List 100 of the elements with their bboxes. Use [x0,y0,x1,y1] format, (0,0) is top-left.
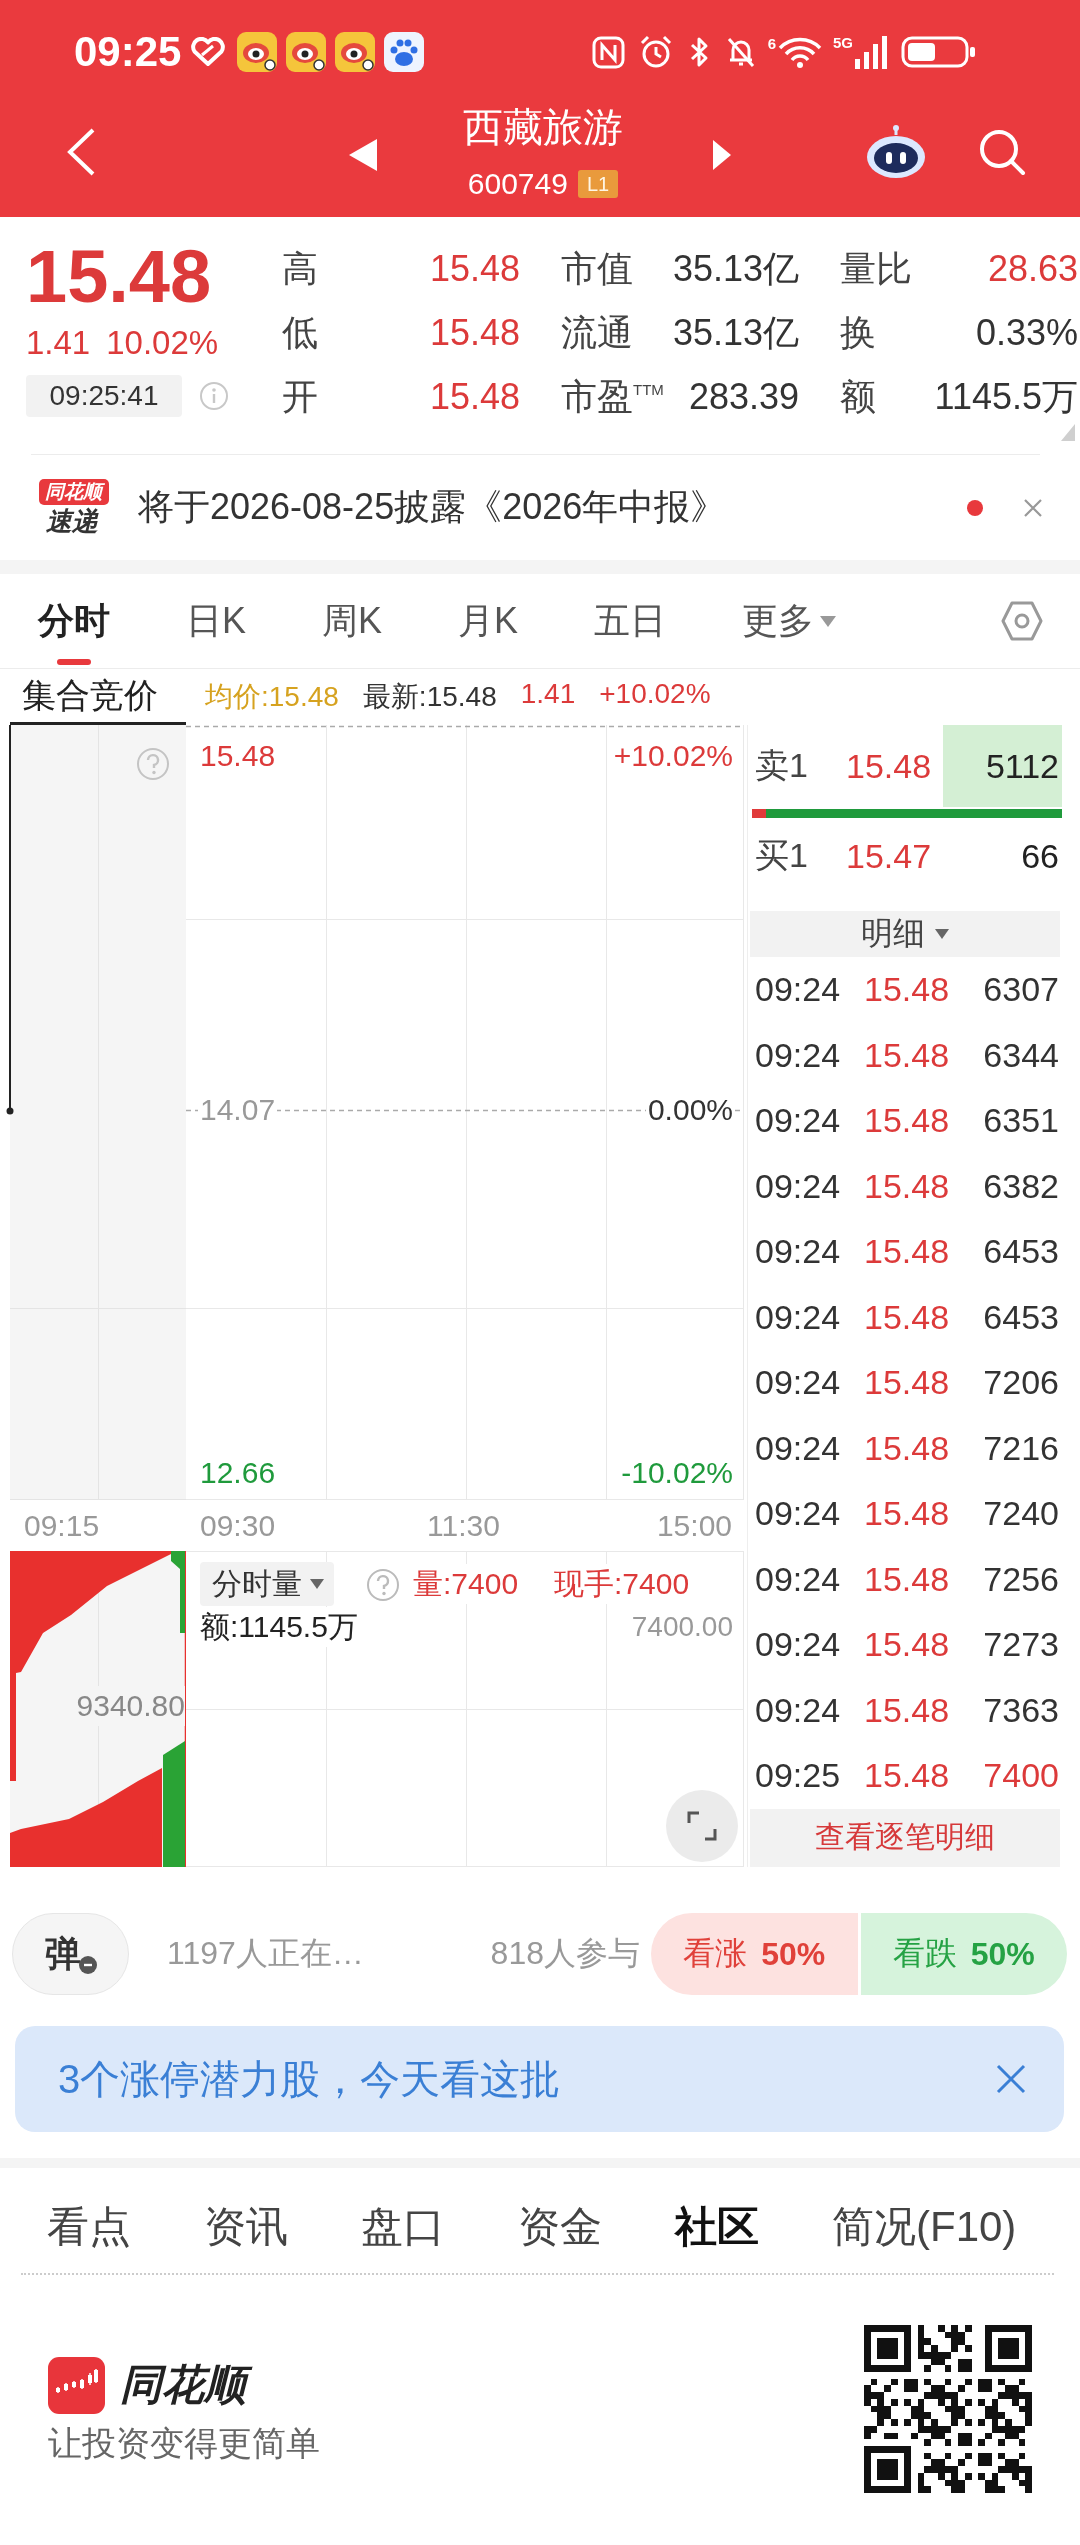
section-tab[interactable]: 简况(F10) [832,2198,1017,2255]
trade-time: 09:24 [754,1625,842,1665]
time-axis-label: 11:30 [427,1508,500,1544]
stat-value: 1145.5万 [934,374,1078,419]
section-tab[interactable]: 资讯 [204,2198,288,2255]
next-icon[interactable] [713,140,731,170]
brand-name: 同花顺 [120,2357,256,2413]
chart-tab[interactable]: 五日 [594,574,667,668]
stat-value: 0.33% [975,312,1078,354]
trade-volume: 6351 [982,1101,1060,1141]
stat-value: 15.48 [429,312,520,354]
trade-time: 09:24 [754,1494,842,1534]
network-type-label: 5G [833,35,853,50]
trade-price: 15.48 [863,1297,951,1337]
trade-price: 15.48 [863,1166,951,1206]
info-icon[interactable] [199,381,229,411]
trade-time: 09:24 [754,1166,842,1206]
trade-price: 15.48 [863,1690,951,1730]
chart-tab[interactable]: 月K [458,574,519,668]
stat-value: 35.13亿 [672,246,799,291]
logo-badge: 同花顺 [39,478,109,505]
eye-app-icon [286,32,327,72]
order-price: 15.47 [845,835,933,877]
trade-price: 15.48 [863,1559,951,1599]
order-volume: 66 [1020,835,1060,877]
trade-time: 09:25 [754,1756,842,1796]
previous-icon[interactable] [349,139,377,171]
trade-price: 15.48 [863,970,951,1010]
stat-value: 15.48 [429,376,520,418]
robot-icon[interactable] [866,125,926,179]
stat-label: 市盈$^{TTM}$ [561,374,664,419]
time-axis-label: 09:15 [24,1508,100,1544]
trade-time: 09:24 [754,1690,842,1730]
volume-mode-dropdown[interactable]: 分时量 [200,1562,334,1606]
paw-app-icon [384,32,425,72]
danmaku-button[interactable]: 弹 [12,1913,129,1995]
stat-label: 低 [282,310,318,355]
section-tab[interactable]: 社区 [675,2198,759,2255]
trade-volume: 7256 [982,1559,1060,1599]
price-change: 1.41 [26,325,91,361]
heart-icon [189,37,228,67]
last-price: 15.48 [26,237,213,317]
level-badge: L1 [577,170,619,198]
stat-label: 流通 [561,310,633,355]
eye-app-icon [237,32,278,72]
section-tab[interactable]: 盘口 [361,2198,445,2255]
settings-icon[interactable] [1001,600,1043,642]
order-level-label: 买1 [754,835,809,876]
chart-tab[interactable]: 日K [186,574,246,668]
viewer-count: 1197人正在… [167,1934,364,1973]
stat-label: 市值 [561,246,633,291]
trade-volume: 7206 [982,1363,1060,1403]
chart-tab[interactable]: 更多 [742,574,837,668]
trade-time: 09:24 [754,1101,842,1141]
stat-value: 15.48 [429,248,520,290]
stat-value: 35.13亿 [672,310,799,355]
price-change: 1.41 [520,678,576,711]
section-tab[interactable]: 看点 [47,2198,131,2255]
close-icon[interactable] [1023,497,1043,518]
section-tab[interactable]: 资金 [518,2198,602,2255]
caret-icon [820,615,837,627]
volume-reading: 量:7400 [413,1564,519,1604]
logo-text: 速递 [46,504,100,537]
wifi-icon [777,36,823,68]
search-icon[interactable] [978,128,1026,176]
trade-price: 15.48 [863,1494,951,1534]
time-axis-label: 09:30 [200,1508,276,1544]
help-icon[interactable] [136,747,170,781]
promo-text: 3个涨停潜力股，今天看这批 [58,2055,562,2103]
order-level-label: 卖1 [754,745,809,786]
order-price: 15.48 [845,745,933,787]
caret-icon [935,929,949,939]
notice-text[interactable]: 将于2026-08-25披露《2026年中报》 [138,483,967,532]
close-icon[interactable] [996,2064,1026,2094]
help-icon[interactable] [366,1568,400,1602]
trade-volume: 7216 [982,1428,1060,1468]
corner-triangle-icon[interactable] [1061,424,1075,441]
battery-icon [901,35,977,69]
trade-volume: 6382 [982,1166,1060,1206]
trade-time: 09:24 [754,1035,842,1075]
trade-price: 15.48 [863,1101,951,1141]
detail-dropdown[interactable]: 明细 [750,911,1060,957]
trade-volume: 7273 [982,1625,1060,1665]
trade-price: 15.48 [863,1756,951,1796]
stat-label: 开 [282,374,318,419]
trade-volume: 7240 [982,1494,1060,1534]
slogan: 让投资变得更简单 [48,2423,320,2462]
chart-tab[interactable]: 分时 [38,574,110,668]
percent-change: +10.02% [599,678,711,711]
stat-value: 283.39 [688,376,799,418]
trade-volume: 6344 [982,1035,1060,1075]
back-icon[interactable] [65,127,97,177]
all-trades-link[interactable]: 查看逐笔明细 [750,1808,1060,1867]
trade-volume: 6453 [982,1232,1060,1272]
stat-label: 额 [840,374,876,419]
order-volume: 5112 [943,725,1062,807]
eye-app-icon [335,32,376,72]
chart-tab[interactable]: 周K [322,574,383,668]
participant-count: 818人参与 [490,1934,640,1973]
stat-value: 28.63 [987,248,1078,290]
